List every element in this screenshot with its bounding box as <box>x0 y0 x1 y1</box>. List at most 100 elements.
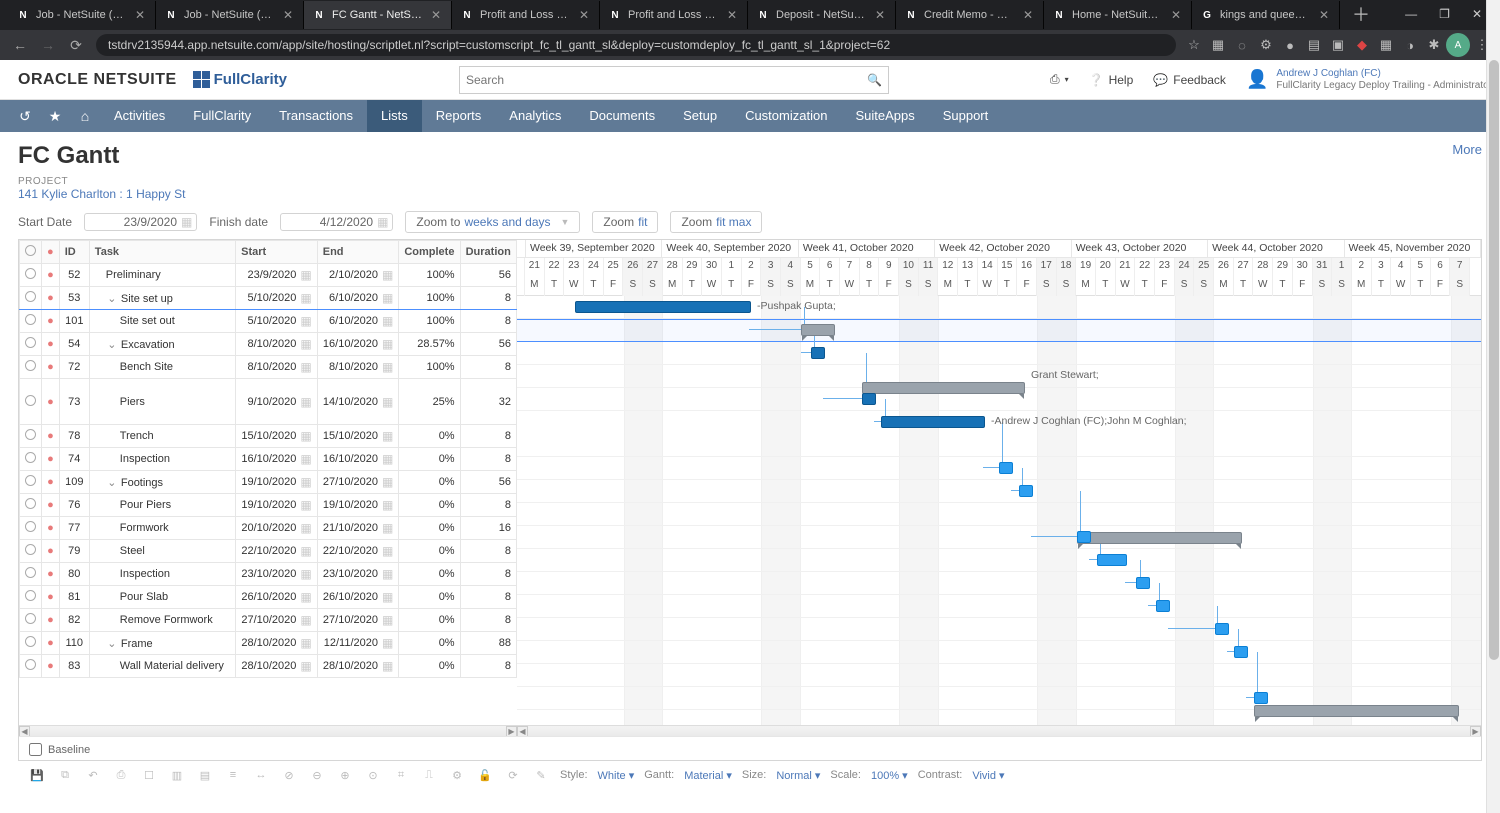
gantt-bar[interactable] <box>862 382 1025 394</box>
nav-item-customization[interactable]: Customization <box>731 100 841 132</box>
timeline-row[interactable] <box>517 572 1481 595</box>
timeline-row[interactable] <box>517 319 1481 342</box>
browser-tab[interactable]: NHome - NetSuite (FullC✕ <box>1044 1 1192 29</box>
cell-task[interactable]: Site set out <box>89 310 235 333</box>
settings-icon[interactable]: ⚙ <box>448 769 466 782</box>
cell-end[interactable]: 23/10/2020 ▦ <box>317 563 399 586</box>
help-link[interactable]: ❔Help <box>1089 73 1134 87</box>
table-row[interactable]: ●79Steel22/10/2020 ▦22/10/2020 ▦0%8 <box>20 540 517 563</box>
cell-start[interactable]: 8/10/2020 ▦ <box>236 333 318 356</box>
cell-start[interactable]: 5/10/2020 ▦ <box>236 310 318 333</box>
browser-tab[interactable]: NJob - NetSuite (FullCla✕ <box>156 1 304 29</box>
timeline-row[interactable] <box>517 549 1481 572</box>
scale-select[interactable]: 100% ▾ <box>871 769 908 782</box>
forward-icon[interactable]: → <box>34 37 62 53</box>
cell-end[interactable]: 27/10/2020 ▦ <box>317 609 399 632</box>
cell-start[interactable]: 16/10/2020 ▦ <box>236 448 318 471</box>
cell-task[interactable]: ⌄ Frame <box>89 632 235 655</box>
row-delete-icon[interactable]: ● <box>47 315 54 327</box>
cell-start[interactable]: 23/10/2020 ▦ <box>236 563 318 586</box>
cell-start[interactable]: 26/10/2020 ▦ <box>236 586 318 609</box>
nav-item-documents[interactable]: Documents <box>575 100 669 132</box>
cell-end[interactable]: 19/10/2020 ▦ <box>317 494 399 517</box>
size-select[interactable]: Normal ▾ <box>776 769 820 782</box>
row-radio[interactable] <box>25 475 36 486</box>
tool-icon[interactable]: ✎ <box>532 769 550 782</box>
gantt-bar[interactable] <box>1077 532 1242 544</box>
zoom-to-select[interactable]: Zoom to weeks and days ▼ <box>405 211 580 233</box>
zoom-reset-icon[interactable]: ⊙ <box>364 769 382 782</box>
tool-icon[interactable]: ⎍ <box>420 769 438 782</box>
table-row[interactable]: ●72Bench Site8/10/2020 ▦8/10/2020 ▦100%8 <box>20 356 517 379</box>
cell-start[interactable]: 9/10/2020 ▦ <box>236 379 318 425</box>
table-row[interactable]: ●74Inspection16/10/2020 ▦16/10/2020 ▦0%8 <box>20 448 517 471</box>
extension-icon[interactable]: ● <box>1278 33 1302 57</box>
tab-close-icon[interactable]: ✕ <box>873 8 887 22</box>
gantt-bar[interactable] <box>1215 623 1229 635</box>
page-vscrollbar[interactable] <box>1486 0 1500 813</box>
user-role-menu[interactable]: 👤 Andrew J Coghlan (FC) FullClarity Lega… <box>1246 68 1492 92</box>
cell-task[interactable]: ⌄ Excavation <box>89 333 235 356</box>
project-link[interactable]: 141 Kylie Charlton : 1 Happy St <box>18 187 1482 201</box>
tab-close-icon[interactable]: ✕ <box>725 8 739 22</box>
browser-tab[interactable]: NDeposit - NetSuite (Ful✕ <box>748 1 896 29</box>
table-row[interactable]: ●101Site set out5/10/2020 ▦6/10/2020 ▦10… <box>20 310 517 333</box>
cell-start[interactable]: 20/10/2020 ▦ <box>236 517 318 540</box>
timeline-row[interactable] <box>517 503 1481 526</box>
timeline-row[interactable] <box>517 342 1481 365</box>
extension-icon[interactable]: ▤ <box>1302 33 1326 57</box>
table-row[interactable]: ●110⌄ Frame28/10/2020 ▦12/11/2020 ▦0%88 <box>20 632 517 655</box>
row-delete-icon[interactable]: ● <box>47 545 54 557</box>
window-close-icon[interactable]: ✕ <box>1472 7 1482 21</box>
row-delete-icon[interactable]: ● <box>47 614 54 626</box>
copy-icon[interactable]: ⧉ <box>56 769 74 782</box>
cell-start[interactable]: 28/10/2020 ▦ <box>236 655 318 678</box>
undo-icon[interactable]: ↶ <box>84 769 102 782</box>
cell-start[interactable]: 28/10/2020 ▦ <box>236 632 318 655</box>
cell-task[interactable]: Inspection <box>89 448 235 471</box>
nav-item-reports[interactable]: Reports <box>422 100 496 132</box>
cell-task[interactable]: Pour Slab <box>89 586 235 609</box>
extension-icon[interactable]: ⚙ <box>1254 33 1278 57</box>
gantt-bar[interactable] <box>1019 485 1033 497</box>
row-radio[interactable] <box>25 291 36 302</box>
table-row[interactable]: ●53⌄ Site set up5/10/2020 ▦6/10/2020 ▦10… <box>20 287 517 310</box>
nav-item-support[interactable]: Support <box>929 100 1003 132</box>
tab-close-icon[interactable]: ✕ <box>133 8 147 22</box>
right-hscrollbar[interactable]: ◀▶ <box>517 725 1481 736</box>
feedback-link[interactable]: 💬Feedback <box>1153 73 1226 87</box>
gantt-bar[interactable] <box>1097 554 1127 566</box>
finish-date-input[interactable]: 4/12/2020▦ <box>280 213 393 231</box>
timeline-row[interactable] <box>517 595 1481 618</box>
table-row[interactable]: ●109⌄ Footings19/10/2020 ▦27/10/2020 ▦0%… <box>20 471 517 494</box>
row-delete-icon[interactable]: ● <box>47 591 54 603</box>
gantt-bar[interactable] <box>1136 577 1150 589</box>
table-row[interactable]: ●54⌄ Excavation8/10/2020 ▦16/10/2020 ▦28… <box>20 333 517 356</box>
table-row[interactable]: ●77Formwork20/10/2020 ▦21/10/2020 ▦0%16 <box>20 517 517 540</box>
table-row[interactable]: ●78Trench15/10/2020 ▦15/10/2020 ▦0%8 <box>20 425 517 448</box>
table-row[interactable]: ●52Preliminary23/9/2020 ▦2/10/2020 ▦100%… <box>20 264 517 287</box>
expand-icon[interactable]: ⌄ <box>106 637 118 650</box>
search-icon[interactable]: 🔍 <box>867 73 882 87</box>
search-input[interactable] <box>466 73 867 87</box>
timeline-row[interactable] <box>517 526 1481 549</box>
cell-start[interactable]: 19/10/2020 ▦ <box>236 471 318 494</box>
cell-end[interactable]: 28/10/2020 ▦ <box>317 655 399 678</box>
profile-avatar-icon[interactable]: A <box>1446 33 1470 57</box>
cell-task[interactable]: Bench Site <box>89 356 235 379</box>
cell-end[interactable]: 15/10/2020 ▦ <box>317 425 399 448</box>
cell-end[interactable]: 16/10/2020 ▦ <box>317 448 399 471</box>
tool-icon[interactable]: ≡ <box>224 769 242 781</box>
nav-item-lists[interactable]: Lists <box>367 100 422 132</box>
tool-icon[interactable]: ↔ <box>252 769 270 781</box>
zoom-in-icon[interactable]: ⊕ <box>336 769 354 782</box>
create-shortcut-icon[interactable]: ⎙▾ <box>1050 72 1069 87</box>
row-delete-icon[interactable]: ● <box>47 476 54 488</box>
cell-start[interactable]: 15/10/2020 ▦ <box>236 425 318 448</box>
cell-end[interactable]: 14/10/2020 ▦ <box>317 379 399 425</box>
global-search[interactable]: 🔍 <box>459 66 889 94</box>
nav-item-setup[interactable]: Setup <box>669 100 731 132</box>
row-radio[interactable] <box>25 452 36 463</box>
tool-icon[interactable]: ▤ <box>196 769 214 782</box>
gantt-bar[interactable] <box>801 324 835 336</box>
